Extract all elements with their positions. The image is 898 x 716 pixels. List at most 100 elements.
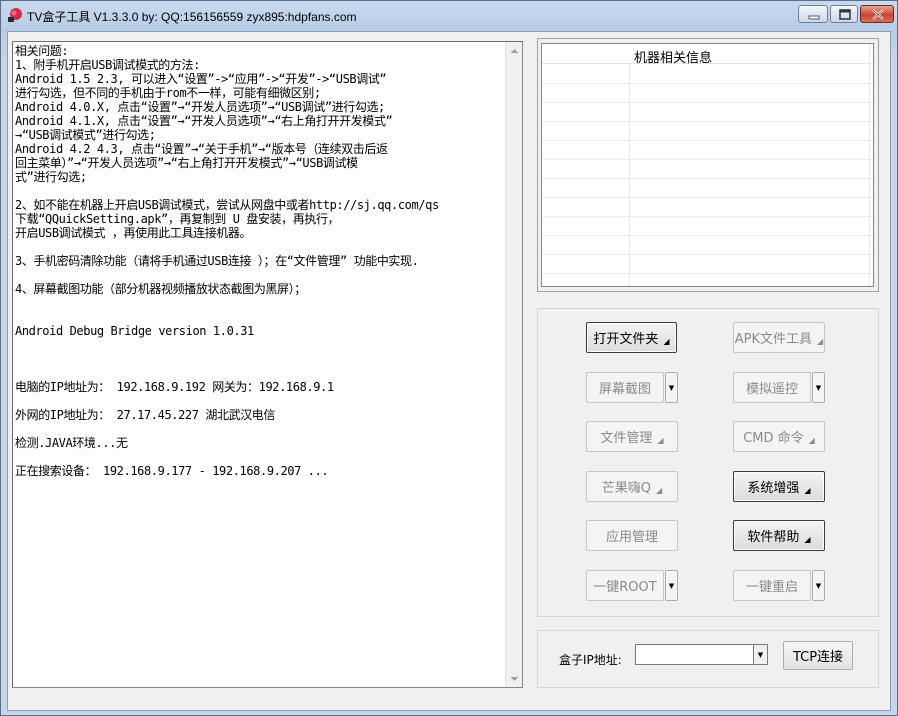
dropdown-triangle-icon: ◢ xyxy=(804,486,811,495)
log-line: Android Debug Bridge version 1.0.31 xyxy=(15,324,254,338)
list-row-line xyxy=(542,273,873,274)
remote-control-dropdown-button[interactable]: ▼ xyxy=(812,372,825,403)
list-row-line xyxy=(542,102,873,103)
list-row-line xyxy=(542,159,873,160)
log-line: 电脑的IP地址为： 192.168.9.192 网关为：192.168.9.1 xyxy=(15,380,334,394)
root-dropdown-button[interactable]: ▼ xyxy=(665,570,678,601)
log-content: 相关问题: 1、附手机开启USB调试模式的方法: Android 1.5 2.3, … xyxy=(15,44,507,685)
app-manager-button[interactable]: 应用管理 xyxy=(586,520,678,551)
screenshot-button[interactable]: 屏幕截图 xyxy=(586,372,664,403)
open-folder-label: 打开文件夹 xyxy=(593,332,659,347)
system-enhance-button[interactable]: 系统增强 ◢ xyxy=(733,471,825,502)
log-textbox[interactable]: 相关问题: 1、附手机开启USB调试模式的方法: Android 1.5 2.3, … xyxy=(12,41,523,688)
box-ip-panel: 盒子IP地址: ▼ TCP连接 xyxy=(537,630,879,688)
dropdown-triangle-icon: ◢ xyxy=(656,486,663,495)
dropdown-triangle-icon: ◢ xyxy=(817,337,824,346)
window-title: TV盒子工具 V1.3.3.0 by: QQ:156156559 zyx895:… xyxy=(27,10,357,24)
log-line: 相关问题: xyxy=(15,44,69,58)
log-line: Android 4.2 4.3, 点击“设置”→“关于手机”→“版本号（连续双击… xyxy=(15,142,388,156)
log-line: 下载“QQuickSetting.apk”，再复制到 U 盘安装，再执行， xyxy=(15,212,340,226)
list-row-line xyxy=(542,83,873,84)
screenshot-dropdown-button[interactable]: ▼ xyxy=(665,372,678,403)
log-line: 式”进行勾选; xyxy=(15,170,87,184)
log-line: 检测.JAVA环境...无 xyxy=(15,436,128,450)
mango-button[interactable]: 芒果嗨Q ◢ xyxy=(586,471,678,502)
log-line: 进行勾选，但不同的手机由于rom不一样，可能有细微区别; xyxy=(15,86,321,100)
one-click-reboot-button[interactable]: 一键重启 xyxy=(733,570,811,601)
scroll-up-arrow-icon[interactable] xyxy=(506,42,523,59)
box-ip-label: 盒子IP地址: xyxy=(559,653,622,667)
open-folder-button[interactable]: 打开文件夹 ◢ xyxy=(586,322,677,353)
dropdown-triangle-icon: ◢ xyxy=(804,535,811,544)
reboot-dropdown-button[interactable]: ▼ xyxy=(812,570,825,601)
apk-tool-button[interactable]: APK文件工具 ◢ xyxy=(733,322,825,353)
log-line: 外网的IP地址为： 27.17.45.227 湖北武汉电信 xyxy=(15,408,275,422)
log-line: 回主菜单）”→“开发人员选项”→“右上角打开开发模式”→“USB调试模 xyxy=(15,156,358,170)
tcp-connect-button[interactable]: TCP连接 xyxy=(783,641,853,670)
one-click-root-label: 一键ROOT xyxy=(593,580,657,595)
device-info-list[interactable]: 机器相关信息 xyxy=(541,43,874,287)
list-row-line xyxy=(542,254,873,255)
log-line: Android 4.0.X, 点击“设置”→“开发人员选项”→“USB调试”进行… xyxy=(15,100,385,114)
log-scrollbar[interactable] xyxy=(505,42,522,687)
dropdown-triangle-icon: ◢ xyxy=(657,436,664,445)
app-manager-label: 应用管理 xyxy=(605,530,658,545)
box-ip-combobox[interactable]: ▼ xyxy=(635,644,768,665)
list-row-line xyxy=(542,140,873,141)
tool-buttons-panel: 打开文件夹 ◢ APK文件工具 ◢ 屏幕截图 ▼ 模拟遥控 ▼ 文件管理 ◢ CMD … xyxy=(537,308,879,617)
one-click-root-button[interactable]: 一键ROOT xyxy=(586,570,664,601)
log-line: Android 4.1.X, 点击“设置”→“开发人员选项”→“右上角打开开发模… xyxy=(15,114,393,128)
log-line: 4、屏幕截图功能（部分机器视频播放状态截图为黑屏）； xyxy=(15,282,306,296)
list-row-line xyxy=(542,197,873,198)
cmd-label: CMD 命令 xyxy=(743,431,804,446)
list-row-line xyxy=(542,216,873,217)
close-button[interactable] xyxy=(860,5,894,23)
minimize-button[interactable] xyxy=(798,5,828,23)
app-logo-icon xyxy=(7,7,23,23)
device-info-panel: 机器相关信息 xyxy=(537,38,879,292)
dropdown-triangle-icon: ◢ xyxy=(663,337,670,346)
scroll-down-arrow-icon[interactable] xyxy=(506,670,523,687)
log-line: Android 1.5 2.3, 可以进入“设置”->“应用”->“开发”->“… xyxy=(15,72,387,86)
maximize-button[interactable] xyxy=(830,5,858,23)
log-line: 3、手机密码清除功能（请将手机通过USB连接 ）；在“文件管理” 功能中实现. xyxy=(15,254,419,268)
list-row-line xyxy=(542,178,873,179)
software-help-label: 软件帮助 xyxy=(747,530,800,545)
log-line: →“USB调试模式”进行勾选; xyxy=(15,128,156,142)
software-help-button[interactable]: 软件帮助 ◢ xyxy=(733,520,825,551)
list-row-line xyxy=(542,121,873,122)
tcp-connect-label: TCP连接 xyxy=(792,650,844,665)
chevron-down-icon[interactable]: ▼ xyxy=(753,645,767,664)
system-enhance-label: 系统增强 xyxy=(747,481,800,496)
file-manager-button[interactable]: 文件管理 ◢ xyxy=(586,421,678,452)
device-info-header-label: 机器相关信息 xyxy=(634,51,713,66)
log-line: 正在搜索设备： 192.168.9.177 - 192.168.9.207 ..… xyxy=(15,464,329,478)
log-line: 2、如不能在机器上开启USB调试模式，尝试从网盘中或者http://sj.qq.… xyxy=(15,198,439,212)
column-divider xyxy=(629,64,630,286)
log-line: 开启USB调试模式 ，再使用此工具连接机器。 xyxy=(15,226,252,240)
client-area: 相关问题: 1、附手机开启USB调试模式的方法: Android 1.5 2.3, … xyxy=(7,31,891,711)
remote-control-button[interactable]: 模拟遥控 xyxy=(733,372,811,403)
device-info-header: 机器相关信息 xyxy=(542,44,873,66)
main-window: TV盒子工具 V1.3.3.0 by: QQ:156156559 zyx895:… xyxy=(0,0,898,716)
list-row-line xyxy=(542,235,873,236)
cmd-button[interactable]: CMD 命令 ◢ xyxy=(733,421,825,452)
title-bar[interactable]: TV盒子工具 V1.3.3.0 by: QQ:156156559 zyx895:… xyxy=(1,1,897,31)
one-click-reboot-label: 一键重启 xyxy=(745,580,798,595)
column-divider xyxy=(869,44,870,286)
apk-tool-label: APK文件工具 xyxy=(734,332,813,347)
file-manager-label: 文件管理 xyxy=(600,431,653,446)
dropdown-triangle-icon: ◢ xyxy=(808,436,815,445)
log-line: 1、附手机开启USB调试模式的方法: xyxy=(15,58,200,72)
